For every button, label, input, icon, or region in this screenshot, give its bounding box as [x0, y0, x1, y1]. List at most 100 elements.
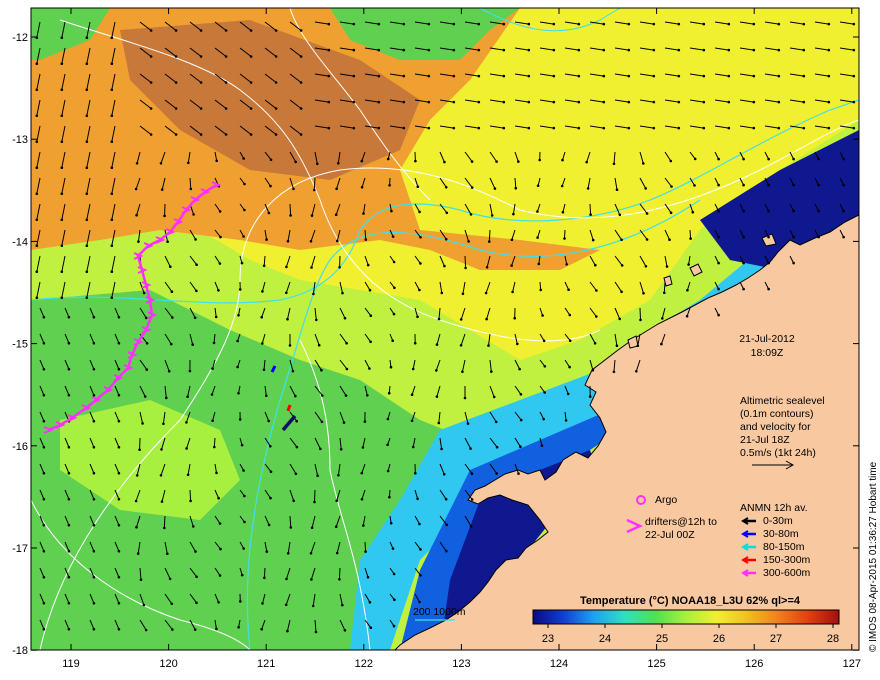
velocity-arrow-head [117, 367, 121, 371]
velocity-arrow-head [727, 22, 731, 26]
velocity-arrow-head [485, 317, 488, 321]
velocity-arrow-head [85, 218, 89, 221]
velocity-arrow-head [242, 469, 245, 472]
velocity-arrow-head [269, 444, 272, 448]
velocity-arrow-head [727, 48, 731, 52]
velocity-arrow-head [267, 419, 271, 423]
velocity-arrow-head [591, 368, 595, 372]
velocity-arrow-head [269, 184, 272, 188]
velocity-arrow-head [852, 22, 856, 26]
velocity-arrow-head [487, 344, 490, 347]
velocity-arrow-head [299, 133, 303, 136]
velocity-arrow-head [144, 628, 148, 632]
velocity-arrow-head [117, 497, 121, 501]
velocity-arrow-head [470, 186, 474, 189]
velocity-arrow-head [335, 187, 338, 191]
velocity-arrow-head [727, 74, 731, 78]
velocity-arrow-head [35, 166, 39, 169]
velocity-arrow-head [727, 100, 731, 104]
velocity-arrow-head [689, 237, 692, 240]
velocity-arrow-head [477, 74, 481, 78]
velocity-arrow-head [360, 185, 364, 189]
velocity-arrow-head [218, 574, 222, 577]
velocity-arrow-head [627, 100, 631, 104]
velocity-arrow-head [452, 126, 456, 130]
velocity-arrow-head [366, 575, 370, 579]
velocity-arrow-head [145, 368, 149, 371]
velocity-arrow-head [418, 288, 421, 292]
velocity-arrow-head [639, 318, 642, 322]
velocity-arrow-head [693, 184, 696, 187]
velocity-arrow-head [612, 162, 616, 166]
velocity-arrow-head [240, 443, 244, 447]
velocity-arrow-head [167, 369, 171, 373]
velocity-arrow-head [418, 600, 421, 604]
velocity-arrow-head [443, 160, 446, 164]
velocity-arrow-head [389, 521, 393, 525]
velocity-arrow-head [294, 472, 298, 476]
velocity-arrow-head [452, 22, 456, 26]
colorbar-tick-label: 24 [599, 633, 611, 645]
velocity-arrow-head [327, 48, 331, 52]
velocity-arrow-head [519, 393, 523, 396]
velocity-arrow-head [60, 166, 64, 169]
velocity-arrow-head [67, 315, 71, 319]
velocity-arrow-head [485, 266, 489, 269]
velocity-arrow-head [85, 166, 89, 169]
velocity-arrow-head [416, 185, 420, 188]
velocity-arrow-head [224, 29, 228, 32]
velocity-arrow-head [163, 214, 166, 218]
anmn-legend-label: 150-300m [763, 554, 811, 566]
velocity-arrow [364, 541, 367, 552]
velocity-arrow-head [642, 292, 645, 295]
velocity-arrow-head [299, 29, 303, 32]
velocity-arrow-head [292, 187, 295, 191]
velocity-arrow-head [652, 22, 656, 26]
velocity-arrow-head [742, 157, 745, 161]
velocity-arrow-head [199, 107, 203, 110]
velocity-arrow-head [237, 392, 240, 395]
velocity-arrow-head [777, 126, 781, 130]
velocity-arrow-head [135, 162, 139, 165]
velocity-arrow-head [243, 494, 246, 498]
velocity-arrow-head [602, 126, 606, 130]
velocity-arrow-head [368, 367, 371, 370]
velocity-arrow-head [618, 317, 621, 321]
velocity-arrow-head [519, 445, 522, 449]
velocity-arrow-head [767, 261, 770, 265]
velocity-arrow-head [536, 210, 539, 213]
velocity-arrow-head [817, 183, 820, 187]
velocity-arrow-head [686, 288, 689, 292]
velocity-arrow-head [187, 161, 190, 165]
velocity-arrow-head [777, 100, 781, 104]
velocity-arrow-head [85, 114, 89, 117]
velocity-arrow [589, 203, 592, 215]
velocity-arrow-head [510, 238, 514, 241]
velocity-arrow-head [286, 629, 289, 633]
velocity-arrow-head [552, 48, 556, 52]
velocity-arrow-head [717, 313, 720, 317]
velocity-arrow-head [327, 22, 331, 26]
velocity-arrow-head [752, 126, 756, 130]
velocity-arrow-head [67, 627, 71, 631]
velocity-arrow-head [644, 187, 647, 190]
velocity-arrow-head [215, 627, 218, 631]
lat-tick-label: -12 [12, 32, 28, 44]
velocity-arrow-head [369, 314, 373, 318]
velocity-arrow-head [652, 100, 656, 104]
velocity-arrow-head [767, 287, 770, 291]
velocity-arrow-head [565, 263, 568, 266]
velocity-arrow-head [442, 472, 446, 476]
velocity-arrow-head [192, 525, 195, 528]
velocity-arrow-head [677, 74, 681, 78]
lon-tick-label: 125 [647, 658, 665, 670]
velocity-arrow-head [484, 291, 488, 295]
velocity-arrow-head [792, 157, 795, 161]
velocity-arrow-head [461, 292, 465, 296]
velocity-arrow-head [419, 574, 422, 577]
velocity-arrow-head [585, 160, 588, 164]
velocity-arrow-head [217, 601, 220, 604]
velocity-arrow-head [817, 235, 820, 239]
velocity-arrow-head [195, 263, 198, 267]
altimetry-line-5: 0.5m/s (1kt 24h) [740, 447, 816, 459]
